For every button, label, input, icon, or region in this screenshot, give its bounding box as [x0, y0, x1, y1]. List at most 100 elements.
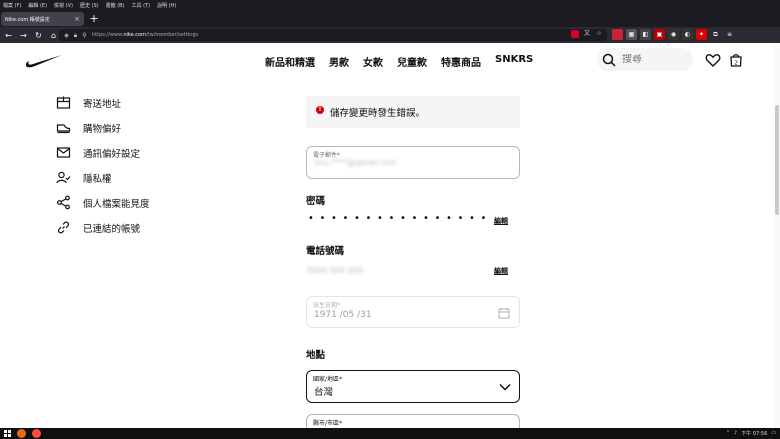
search-box[interactable]: [597, 48, 693, 71]
sidebar-item-label: 通訊偏好設定: [83, 148, 141, 160]
browser-menubar: 檔案 (F) 編輯 (E) 檢視 (V) 歷史 (S) 書籤 (B) 工具 (T…: [0, 0, 780, 10]
windows-start-icon[interactable]: [4, 430, 11, 437]
menu-edit[interactable]: 編輯 (E): [28, 2, 47, 9]
country-value: 台灣: [314, 387, 334, 398]
extension-icon-3[interactable]: ◧: [640, 29, 651, 40]
lock-icon[interactable]: 🔒︎: [71, 31, 80, 40]
extension-icon-6[interactable]: ◐: [682, 29, 693, 40]
date-of-birth-field[interactable]: 出生日期* 1971 /05 /31: [306, 296, 520, 328]
app-menu-icon[interactable]: ≡: [724, 29, 735, 40]
envelope-icon: [56, 147, 71, 158]
sidebar-item-privacy[interactable]: 隱私權: [56, 165, 150, 190]
sidebar-item-communication-preferences[interactable]: 通訊偏好設定: [56, 140, 150, 165]
address-book-icon: [56, 96, 71, 109]
extension-icon-2[interactable]: ▦: [626, 29, 637, 40]
shield-icon[interactable]: ◈: [62, 31, 71, 40]
sidebar-item-label: 寄送地址: [83, 98, 122, 110]
main-nav: 新品和精選 男款 女款 兒童款 特惠商品 SNKRS: [265, 54, 533, 69]
tab-title: Nike.com 帳號設定: [5, 16, 50, 23]
extension-icon-4[interactable]: ▣: [654, 29, 665, 40]
search-icon[interactable]: [602, 53, 616, 67]
nav-sale[interactable]: 特惠商品: [441, 54, 481, 69]
email-field[interactable]: 電子郵件* you.****@gmail.com: [306, 146, 520, 179]
bookmark-star-icon[interactable]: ☆: [595, 30, 603, 38]
share-icon: [57, 195, 70, 210]
new-tab-button[interactable]: +: [88, 13, 100, 25]
country-select[interactable]: 國家/地區* 台灣: [306, 370, 520, 403]
page-scrollbar[interactable]: [773, 43, 780, 428]
forward-icon[interactable]: →: [17, 29, 30, 42]
firefox-taskbar-icon[interactable]: [17, 429, 26, 438]
menu-help[interactable]: 說明 (H): [157, 2, 176, 9]
error-banner: ! 儲存變更時發生錯誤。: [306, 96, 520, 128]
extension-icon-1[interactable]: [612, 29, 623, 40]
link-icon: [57, 221, 70, 234]
account-settings-form: ! 儲存變更時發生錯誤。 電子郵件* you.****@gmail.com 密碼…: [306, 96, 520, 434]
sidebar-item-label: 隱私權: [83, 173, 112, 185]
url-text[interactable]: https://www.nike.com/tw/member/settings: [92, 32, 198, 38]
back-icon[interactable]: ←: [2, 29, 15, 42]
menu-view[interactable]: 檢視 (V): [54, 2, 73, 9]
tab-strip: Nike.com 帳號設定 × +: [0, 10, 780, 27]
sidebar-item-label: 個人檔案能見度: [83, 198, 150, 210]
close-tab-icon[interactable]: ×: [74, 15, 80, 23]
bag-icon[interactable]: 2: [728, 52, 744, 68]
translate-icon[interactable]: 文: [583, 30, 591, 38]
extension-icon-7[interactable]: ✦: [696, 29, 707, 40]
password-title: 密碼: [306, 196, 326, 207]
scrollbar-thumb[interactable]: [775, 105, 779, 215]
nav-men[interactable]: 男款: [329, 54, 349, 69]
menu-tools[interactable]: 工具 (T): [132, 2, 151, 9]
notification-icon[interactable]: ▭: [771, 430, 776, 437]
error-message: 儲存變更時發生錯誤。: [330, 108, 426, 119]
extension-flag-icon[interactable]: [571, 30, 579, 38]
chevron-down-icon[interactable]: [499, 382, 511, 392]
sidebar-item-linked-accounts[interactable]: 已連結的帳號: [56, 215, 150, 240]
error-icon: !: [316, 106, 324, 114]
nav-new-featured[interactable]: 新品和精選: [265, 54, 315, 69]
permissions-icon[interactable]: ⚲: [80, 31, 89, 40]
phone-value: 0900 000 000: [307, 266, 363, 275]
dob-label: 出生日期*: [313, 302, 341, 309]
search-input[interactable]: [622, 54, 682, 65]
sidebar-item-label: 已連結的帳號: [83, 223, 141, 235]
tray-volume-icon[interactable]: ♪: [734, 430, 737, 437]
bag-count: 2: [734, 60, 738, 66]
password-dots: ••••••••••••••••: [308, 213, 492, 224]
dob-value: 1971 /05 /31: [314, 310, 372, 320]
shoe-icon: [56, 124, 71, 134]
user-check-icon: [56, 171, 71, 184]
calendar-icon[interactable]: [498, 307, 510, 319]
password-edit-link[interactable]: 編輯: [494, 216, 508, 226]
browser-tab[interactable]: Nike.com 帳號設定 ×: [1, 12, 84, 26]
reload-icon[interactable]: ↻: [32, 29, 45, 42]
heart-icon[interactable]: [705, 52, 721, 68]
country-label: 國家/地區*: [313, 376, 343, 383]
extension-icon-5[interactable]: ◉: [668, 29, 679, 40]
extensions-puzzle-icon[interactable]: ⧉: [710, 29, 721, 40]
sidebar-item-shopping-preferences[interactable]: 購物偏好: [56, 115, 150, 140]
clock[interactable]: 下午 07:56: [741, 430, 767, 437]
menu-bookmarks[interactable]: 書籤 (B): [106, 2, 125, 9]
phone-title: 電話號碼: [306, 246, 345, 257]
nav-women[interactable]: 女款: [363, 54, 383, 69]
site-header: 新品和精選 男款 女款 兒童款 特惠商品 SNKRS 2: [0, 43, 780, 80]
county-label: 縣市/市區*: [313, 420, 343, 427]
browser-navbar: ← → ↻ ⌂ ◈ 🔒︎ ⚲ https://www.nike.com/tw/m…: [0, 27, 780, 43]
phone-edit-link[interactable]: 編輯: [494, 266, 508, 276]
email-value: you.****@gmail.com: [314, 158, 398, 167]
tray-network-icon[interactable]: ⌃: [726, 430, 730, 437]
nav-kids[interactable]: 兒童款: [397, 54, 427, 69]
extensions-area: ▦ ◧ ▣ ◉ ◐ ✦ ⧉ ≡: [612, 29, 735, 40]
menu-history[interactable]: 歷史 (S): [80, 2, 99, 9]
taskbar-app-icon[interactable]: [32, 429, 41, 438]
nav-snkrs[interactable]: SNKRS: [495, 54, 533, 69]
system-tray: ⌃ ♪ 下午 07:56 ▭: [726, 430, 776, 437]
sidebar-item-profile-visibility[interactable]: 個人檔案能見度: [56, 190, 150, 215]
url-bar[interactable]: ◈ 🔒︎ ⚲ https://www.nike.com/tw/member/se…: [59, 29, 607, 41]
menu-file[interactable]: 檔案 (F): [3, 2, 21, 9]
nike-logo-icon[interactable]: [25, 53, 63, 69]
location-title: 地點: [306, 350, 326, 361]
sidebar-item-delivery-address[interactable]: 寄送地址: [56, 90, 150, 115]
settings-sidebar: 寄送地址 購物偏好 通訊偏好設定 隱私權 個人檔案能見度 已連結的帳號: [56, 90, 150, 240]
